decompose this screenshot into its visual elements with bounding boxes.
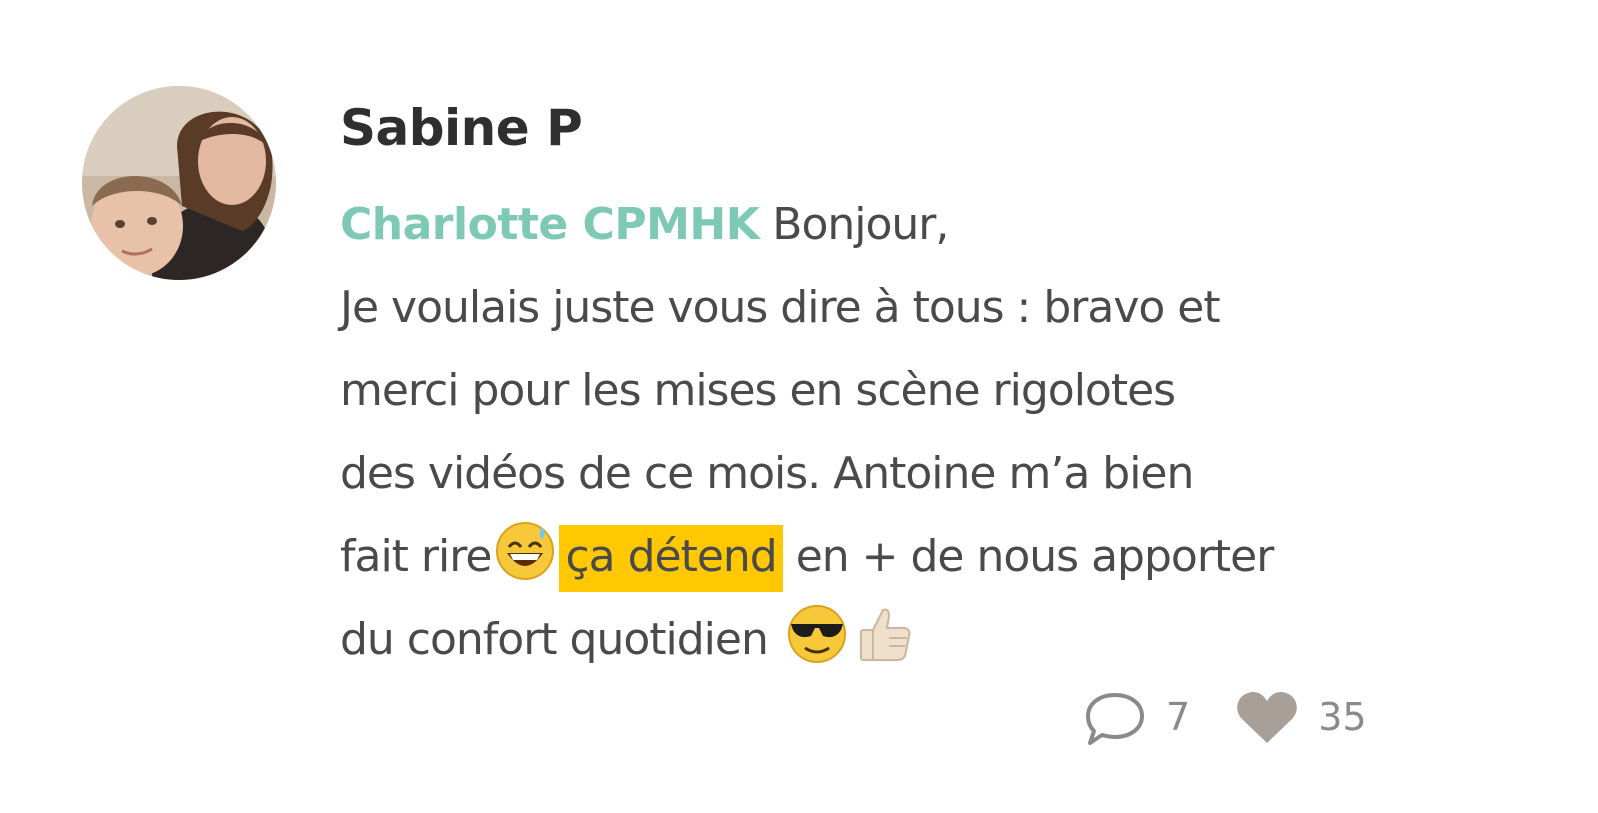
like-count: 35 <box>1318 695 1367 739</box>
avatar-photo <box>82 86 276 280</box>
comment-line-6: du confort quotidien <box>340 598 1430 681</box>
comment-count: 7 <box>1166 695 1191 739</box>
comment-line-5: fait rire ça détend en + de nous apporter <box>340 515 1430 598</box>
comment-bubble-icon <box>1082 687 1148 747</box>
author-name[interactable]: Sabine P <box>340 98 583 158</box>
comment-line-3: merci pour les mises en scène rigolotes <box>340 365 1176 416</box>
grinning-sweat-emoji <box>495 521 555 608</box>
sunglasses-emoji <box>785 604 849 691</box>
comment-text: du confort quotidien <box>340 614 769 665</box>
like-button[interactable]: 35 <box>1234 687 1367 747</box>
post-actions: 7 35 <box>1082 685 1367 749</box>
comment-line-1: Charlotte CPMHK Bonjour, <box>340 183 1430 266</box>
comment-body: Charlotte CPMHK Bonjour, Je voulais just… <box>340 183 1430 681</box>
comment-line-4: des vidéos de ce mois. Antoine m’a bien <box>340 448 1194 499</box>
comment-line-2: Je voulais juste vous dire à tous : brav… <box>340 282 1221 333</box>
comment-button[interactable]: 7 <box>1082 687 1190 747</box>
thumbs-up-emoji <box>853 604 917 691</box>
highlighted-text: ça détend <box>559 525 783 592</box>
mention-link[interactable]: Charlotte CPMHK <box>340 199 760 250</box>
comment-text: en + de nous apporter <box>782 531 1275 582</box>
comment-text: Bonjour, <box>759 199 949 250</box>
heart-icon <box>1234 687 1300 747</box>
comment-text: fait rire <box>340 531 492 582</box>
avatar[interactable] <box>82 86 276 280</box>
